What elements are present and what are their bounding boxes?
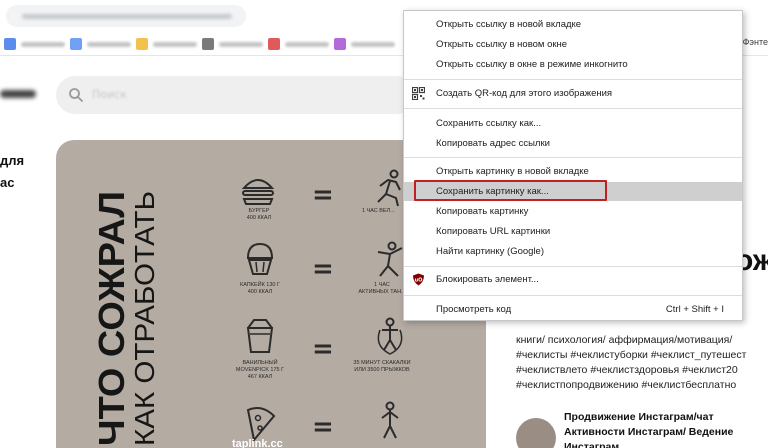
left-text-line: ас — [0, 175, 15, 190]
menu-item-copy-image-url[interactable]: Копировать URL картинки — [404, 222, 742, 241]
bookmark-item[interactable] — [136, 37, 197, 51]
food-caption: КАПКЕЙК 130 Г 400 ККАЛ — [239, 282, 280, 295]
pin-description: книги/ психология/ аффирмация/мотивация/… — [516, 333, 768, 393]
equals-sign: = — [312, 412, 334, 442]
search-icon — [69, 88, 83, 102]
menu-item-copy-link-address[interactable]: Копировать адрес ссылки — [404, 134, 742, 153]
menu-item-label: Открыть ссылку в новом окне — [436, 39, 568, 50]
url-field[interactable] — [6, 5, 246, 27]
bookmark-item[interactable] — [4, 37, 65, 51]
menu-item-label: Найти картинку (Google) — [436, 246, 544, 257]
menu-item-open-link-new-tab[interactable]: Открыть ссылку в новой вкладке — [404, 15, 742, 34]
pin-title-vertical: ЧТО СОЖРАЛ КАК ОТРАБОТАТЬ — [91, 191, 160, 446]
ublock-icon: uO — [413, 273, 424, 286]
menu-item-shortcut: Ctrl + Shift + I — [665, 304, 724, 315]
menu-item-label: Копировать адрес ссылки — [436, 138, 550, 149]
menu-item-label: Просмотреть код — [436, 304, 512, 315]
description-line: #чеклистпопродвижению #чеклистбесплатно — [516, 379, 737, 391]
menu-item-open-link-new-window[interactable]: Открыть ссылку в новом окне — [404, 35, 742, 54]
food-caption: ВАНИЛЬНЫЙ MOVENPICK 175 Г 467 ККАЛ — [235, 360, 285, 380]
menu-item-label: Создать QR-код для этого изображения — [436, 88, 613, 99]
description-line: #чеклисты #чеклистуборки #чеклист_путеше… — [516, 349, 747, 361]
menu-item-label: Копировать картинку — [436, 206, 529, 217]
activity-caption: 1 ЧАС ВЕЛ... — [362, 208, 395, 214]
left-text-line: для — [0, 153, 25, 168]
search-input[interactable]: Поиск — [56, 76, 416, 114]
pizza-icon — [246, 407, 276, 442]
description-line: книги/ психология/ аффирмация/мотивация/ — [516, 334, 733, 346]
bookmark-item[interactable] — [202, 37, 263, 51]
equals-sign: = — [312, 334, 334, 364]
equals-sign: = — [312, 254, 334, 284]
pin-footer-link[interactable]: taplink.cc — [232, 438, 283, 448]
search-placeholder: Поиск — [92, 88, 127, 101]
food-caption: БУРГЕР 400 ККАЛ — [246, 208, 272, 221]
menu-item-label: Открыть ссылку в окне в режиме инкогнито — [436, 59, 628, 70]
pin-title-main: ЧТО СОЖРАЛ — [91, 191, 132, 446]
menu-item-search-image-google[interactable]: Найти картинку (Google) — [404, 242, 742, 261]
annotation-highlight-box — [414, 180, 607, 201]
board-avatar[interactable] — [516, 418, 556, 448]
walker-icon — [381, 401, 399, 439]
pin-title-sub: КАК ОТРАБОТАТЬ — [129, 191, 160, 446]
left-side-text: для ас — [0, 150, 24, 194]
cupcake-icon — [246, 242, 274, 275]
menu-separator — [404, 266, 742, 267]
bookmark-item-fantasy[interactable]: Фэнте — [743, 37, 768, 47]
icecream-box-icon — [246, 319, 274, 353]
menu-separator — [404, 108, 742, 109]
menu-separator — [404, 157, 742, 158]
menu-item-open-link-incognito[interactable]: Открыть ссылку в окне в режиме инкогнито — [404, 55, 742, 74]
menu-item-save-link-as[interactable]: Сохранить ссылку как... — [404, 114, 742, 133]
qr-code-icon — [412, 87, 425, 100]
menu-item-create-qr[interactable]: Создать QR-код для этого изображения — [404, 84, 742, 103]
context-menu: Открыть ссылку в новой вкладке Открыть с… — [403, 10, 743, 321]
jump-rope-icon — [377, 317, 403, 355]
url-text-blurred — [22, 14, 232, 19]
activity-caption: 35 МИНУТ СКАКАЛКИ ИЛИ 3500 ПРЫЖКОВ — [353, 360, 411, 373]
menu-item-label: Сохранить ссылку как... — [436, 118, 542, 129]
description-line: #чеклиствлето #чеклистздоровья #чеклист2… — [516, 364, 738, 376]
site-logo[interactable] — [0, 90, 36, 98]
menu-item-inspect[interactable]: Просмотреть код Ctrl + Shift + I — [404, 300, 742, 319]
menu-item-label: Открыть ссылку в новой вкладке — [436, 19, 582, 30]
board-title[interactable]: Продвижение Инстаграм/чат Активности Инс… — [564, 410, 768, 448]
bookmark-item[interactable] — [268, 37, 329, 51]
burger-icon — [241, 179, 275, 205]
menu-item-label: Блокировать элемент... — [436, 274, 539, 285]
menu-item-label: Открыть картинку в новой вкладке — [436, 166, 589, 177]
menu-item-label: Копировать URL картинки — [436, 226, 551, 237]
menu-separator — [404, 79, 742, 80]
menu-item-block-element[interactable]: uO Блокировать элемент... — [404, 270, 742, 289]
menu-item-open-image-new-tab[interactable]: Открыть картинку в новой вкладке — [404, 162, 742, 181]
svg-text:uO: uO — [415, 278, 423, 284]
menu-separator — [404, 295, 742, 296]
menu-item-copy-image[interactable]: Копировать картинку — [404, 202, 742, 221]
bookmark-item[interactable] — [70, 37, 131, 51]
bookmark-item[interactable] — [334, 37, 395, 51]
equals-sign: = — [312, 180, 334, 210]
